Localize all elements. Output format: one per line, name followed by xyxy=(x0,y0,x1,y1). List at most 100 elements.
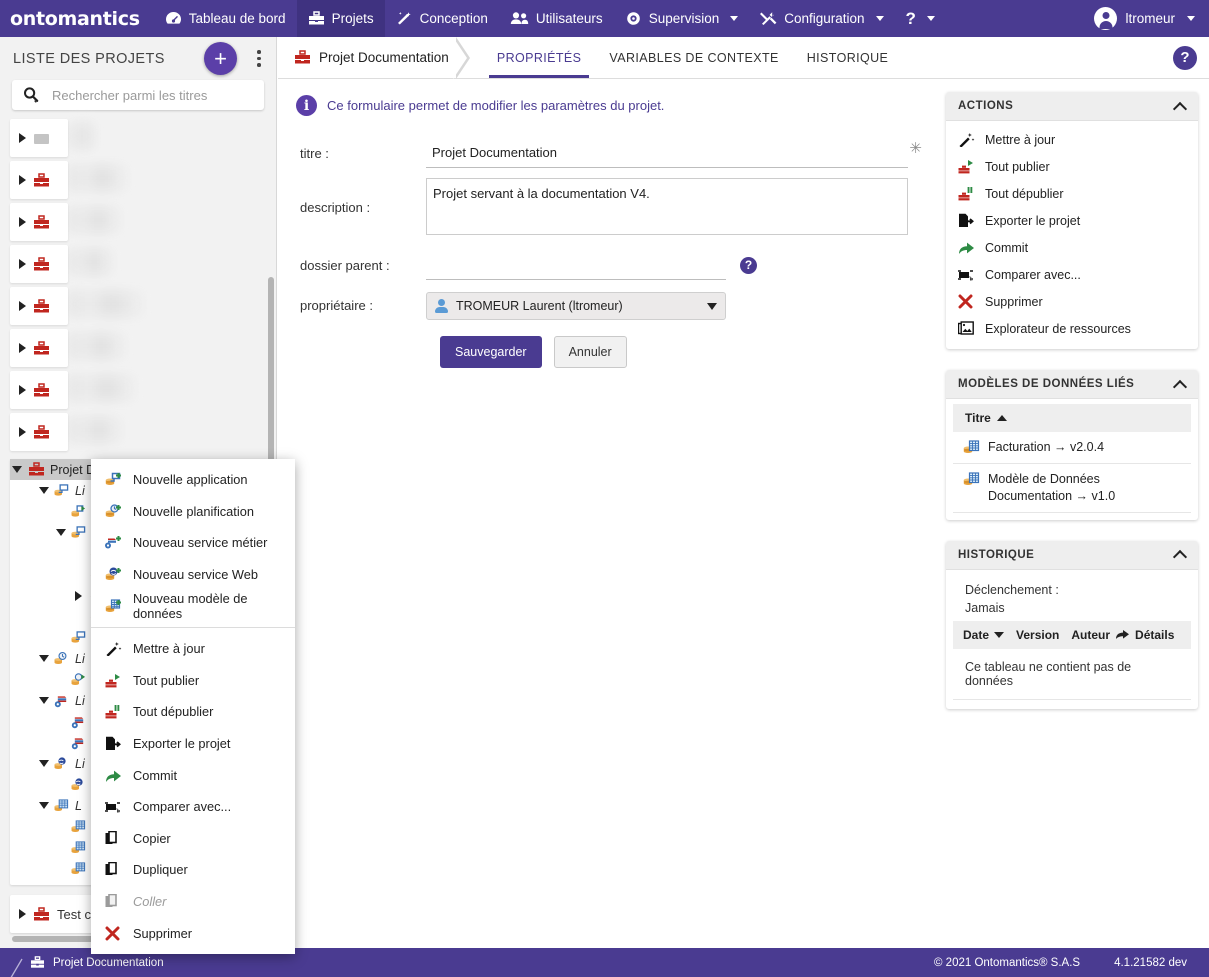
nav-item-conception[interactable]: Conception xyxy=(385,0,499,37)
datamodels-panel-header[interactable]: MODÈLES DE DONNÉES LIÉS xyxy=(946,370,1198,399)
chevron-up-icon[interactable] xyxy=(1175,101,1186,112)
action-item-tout-publier[interactable]: Tout publier xyxy=(946,153,1198,180)
column-label-auteur[interactable]: Auteur xyxy=(1071,628,1110,642)
menu-item-commit[interactable]: Commit xyxy=(91,759,295,791)
menu-item-tout-d-publier[interactable]: Tout dépublier xyxy=(91,696,295,728)
menu-item-nouvelle-application[interactable]: Nouvelle application xyxy=(91,464,295,496)
datamodel-row[interactable]: Facturation → v2.0.4 xyxy=(953,432,1191,464)
user-menu[interactable]: ltromeur xyxy=(1086,0,1209,37)
datamodels-panel-title: MODÈLES DE DONNÉES LIÉS xyxy=(958,378,1135,390)
tab-variables-de-contexte[interactable]: VARIABLES DE CONTEXTE xyxy=(595,37,792,78)
add-project-button[interactable]: + xyxy=(204,42,237,75)
menu-item-nouveau-service-web[interactable]: Nouveau service Web xyxy=(91,559,295,591)
twisty-down-icon[interactable] xyxy=(37,802,51,809)
tab-proprietes[interactable]: PROPRIÉTÉS xyxy=(483,37,596,78)
title-input[interactable] xyxy=(426,138,908,168)
redacted-project-row[interactable] xyxy=(10,117,266,159)
redacted-project-row[interactable] xyxy=(10,243,266,285)
project-row-chip[interactable] xyxy=(10,413,68,451)
twisty-right-icon[interactable] xyxy=(19,301,26,311)
action-item-explorateur-de-ressources[interactable]: Explorateur de ressources xyxy=(946,315,1198,342)
sidebar-overflow-menu-icon[interactable] xyxy=(250,46,268,71)
project-row-chip[interactable] xyxy=(10,245,68,283)
project-row-chip[interactable] xyxy=(10,203,68,241)
redacted-project-row[interactable] xyxy=(10,159,266,201)
action-item-supprimer[interactable]: Supprimer xyxy=(946,288,1198,315)
menu-item-exporter-le-projet[interactable]: Exporter le projet xyxy=(91,728,295,760)
project-row-chip[interactable] xyxy=(10,161,68,199)
nav-item-supervision[interactable]: Supervision xyxy=(614,0,750,37)
nav-item-configuration[interactable]: Configuration xyxy=(749,0,894,37)
description-textarea[interactable]: Projet servant à la documentation V4. xyxy=(426,178,908,235)
info-banner-text: Ce formulaire permet de modifier les par… xyxy=(327,98,665,113)
twisty-right-icon[interactable] xyxy=(19,259,26,269)
twisty-right-icon[interactable] xyxy=(71,590,85,601)
column-label-version[interactable]: Version xyxy=(1016,628,1059,642)
twisty-down-icon[interactable] xyxy=(10,466,24,473)
chevron-up-icon[interactable] xyxy=(1175,549,1186,560)
nav-item-tableau-de-bord[interactable]: Tableau de bord xyxy=(154,0,297,37)
datamodels-column-header[interactable]: Titre xyxy=(953,404,1191,432)
cancel-button[interactable]: Annuler xyxy=(553,336,627,368)
menu-item-nouveau-mod-le-de-donn-es[interactable]: Nouveau modèle de données xyxy=(91,590,295,622)
project-row-chip[interactable] xyxy=(10,287,68,325)
actions-panel-header[interactable]: ACTIONS xyxy=(946,92,1198,121)
datamodel-row[interactable]: Modèle de Données Documentation → v1.0 xyxy=(953,464,1191,513)
search-box[interactable] xyxy=(12,80,264,110)
menu-item-copier[interactable]: Copier xyxy=(91,823,295,855)
help-icon[interactable]: ? xyxy=(740,256,757,274)
save-button[interactable]: Sauvegarder xyxy=(440,336,542,368)
sidebar-vertical-scrollbar[interactable] xyxy=(268,277,274,472)
twisty-right-icon[interactable] xyxy=(19,343,26,353)
twisty-down-icon[interactable] xyxy=(37,697,51,704)
action-item-mettre-jour[interactable]: Mettre à jour xyxy=(946,126,1198,153)
owner-select[interactable]: TROMEUR Laurent (ltromeur) xyxy=(426,292,726,320)
search-input[interactable] xyxy=(50,80,264,110)
project-row-chip[interactable] xyxy=(10,119,68,157)
menu-item-supprimer[interactable]: Supprimer xyxy=(91,917,295,949)
menu-item-nouveau-service-m-tier[interactable]: Nouveau service métier xyxy=(91,527,295,559)
action-item-comparer-avec[interactable]: Comparer avec... xyxy=(946,261,1198,288)
project-row-chip[interactable] xyxy=(10,329,68,367)
menu-item-comparer-avec[interactable]: Comparer avec... xyxy=(91,791,295,823)
actions-panel: ACTIONS Mettre à jour Tout publier Tout dé… xyxy=(946,92,1198,349)
menu-item-mettre-jour[interactable]: Mettre à jour xyxy=(91,633,295,665)
twisty-right-icon[interactable] xyxy=(19,385,26,395)
twisty-right-icon[interactable] xyxy=(19,133,26,143)
redacted-project-row[interactable] xyxy=(10,411,266,453)
menu-item-nouvelle-planification[interactable]: Nouvelle planification xyxy=(91,496,295,528)
breadcrumb[interactable]: Projet Documentation xyxy=(278,37,470,79)
twisty-right-icon[interactable] xyxy=(19,427,26,437)
twisty-down-icon[interactable] xyxy=(37,487,51,494)
chevron-up-icon[interactable] xyxy=(1175,379,1186,390)
tree-label: Li xyxy=(75,693,85,708)
project-row-chip[interactable] xyxy=(10,371,68,409)
twisty-right-icon[interactable] xyxy=(19,217,26,227)
tab-historique[interactable]: HISTORIQUE xyxy=(793,37,903,78)
wand-icon xyxy=(396,11,413,26)
redacted-project-row[interactable] xyxy=(10,327,266,369)
nav-item-utilisateurs[interactable]: Utilisateurs xyxy=(499,0,614,37)
history-panel-header[interactable]: HISTORIQUE xyxy=(946,540,1198,570)
twisty-right-icon[interactable] xyxy=(19,175,26,185)
menu-item-tout-publier[interactable]: Tout publier xyxy=(91,665,295,697)
form-buttons: Sauvegarder Annuler xyxy=(286,336,938,368)
action-item-tout-d-publier[interactable]: Tout dépublier xyxy=(946,180,1198,207)
twisty-down-icon[interactable] xyxy=(37,760,51,767)
parent-folder-input[interactable] xyxy=(426,250,726,280)
twisty-down-icon[interactable] xyxy=(54,529,68,536)
nav-item-help[interactable]: ? xyxy=(895,0,946,37)
help-icon[interactable]: ? xyxy=(1173,45,1197,70)
action-item-commit[interactable]: Commit xyxy=(946,234,1198,261)
column-label-details[interactable]: Détails xyxy=(1135,628,1174,642)
nav-item-projets[interactable]: Projets xyxy=(296,0,385,37)
redacted-project-row[interactable] xyxy=(10,201,266,243)
twisty-right-icon[interactable] xyxy=(19,909,26,919)
action-item-exporter-le-projet[interactable]: Exporter le projet xyxy=(946,207,1198,234)
twisty-down-icon[interactable] xyxy=(37,655,51,662)
menu-item-dupliquer[interactable]: Dupliquer xyxy=(91,854,295,886)
redacted-project-row[interactable] xyxy=(10,369,266,411)
brand-logo[interactable]: ontomantics xyxy=(0,0,154,37)
column-label-date[interactable]: Date xyxy=(963,628,989,642)
redacted-project-row[interactable] xyxy=(10,285,266,327)
